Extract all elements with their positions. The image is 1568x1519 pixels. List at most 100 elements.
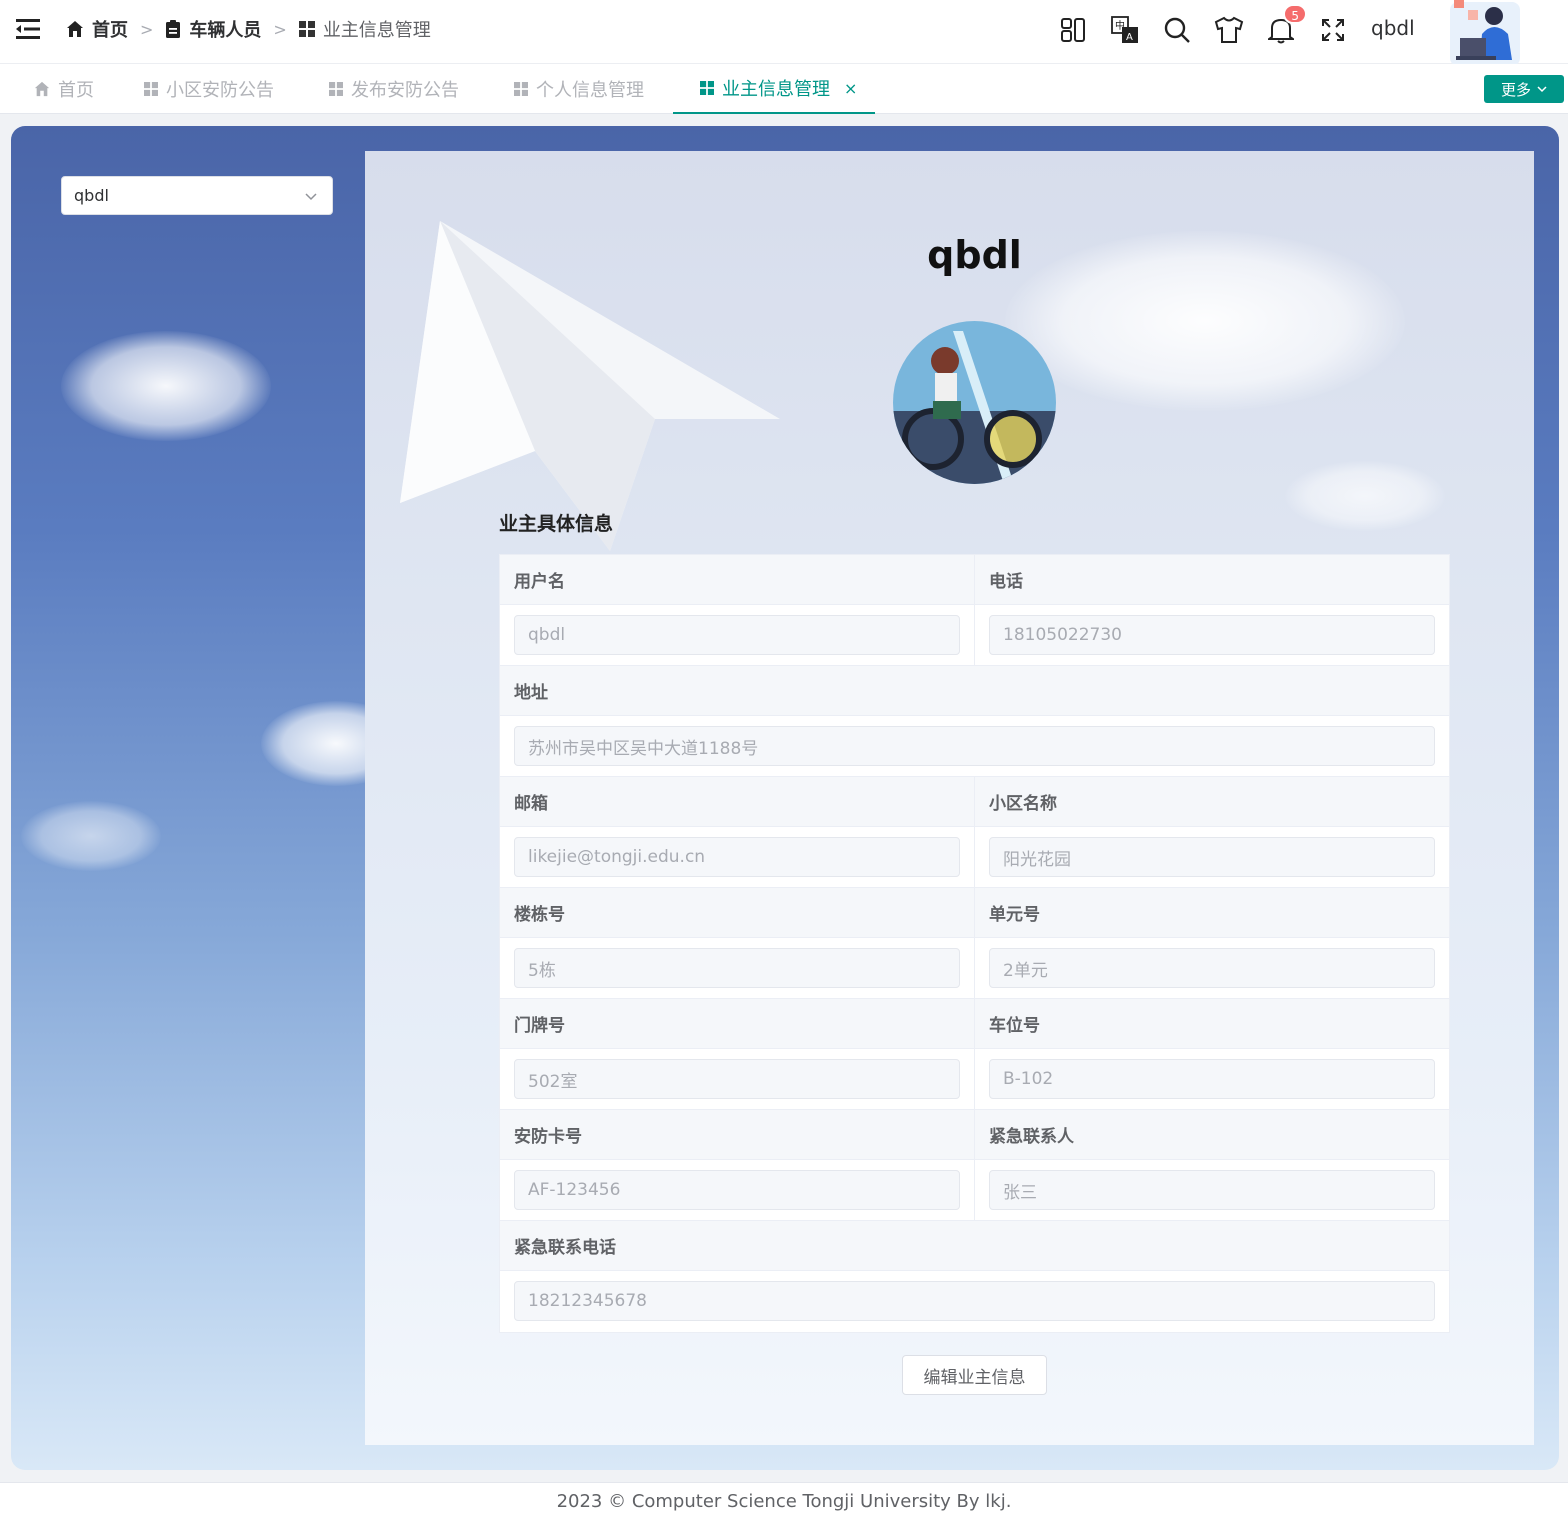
owner-name-title: qbdl xyxy=(927,233,1022,277)
card-input: AF-123456 xyxy=(514,1170,960,1210)
menu-fold-icon[interactable] xyxy=(16,18,40,40)
unit-input: 2单元 xyxy=(989,948,1435,988)
field-contact-phone: 紧急联系电话 18212345678 xyxy=(500,1221,1449,1332)
svg-text:A: A xyxy=(1126,32,1133,43)
username-input: qbdl xyxy=(514,615,960,655)
tab-label: 小区安防公告 xyxy=(166,80,274,101)
grid-icon xyxy=(144,82,158,96)
tab-label: 业主信息管理 xyxy=(722,79,830,100)
tab-home[interactable]: 首页 xyxy=(34,64,94,114)
contact-input: 张三 xyxy=(989,1170,1435,1210)
owner-panel: qbdl 业主具体信息 用户名 qbdl 电话 18105022730 地址 苏… xyxy=(365,151,1534,1445)
grid-icon xyxy=(514,82,528,96)
field-label: 小区名称 xyxy=(975,777,1449,827)
search-icon[interactable] xyxy=(1161,14,1193,46)
field-label: 紧急联系电话 xyxy=(500,1221,1449,1271)
table-row: 地址 苏州市吴中区吴中大道1188号 xyxy=(500,666,1449,777)
footer: 2023 © Computer Science Tongji Universit… xyxy=(0,1482,1568,1519)
field-address: 地址 苏州市吴中区吴中大道1188号 xyxy=(500,666,1449,777)
field-email: 邮箱 likejie@tongji.edu.cn xyxy=(500,777,975,888)
breadcrumb-label: 业主信息管理 xyxy=(322,20,431,41)
tab-publish-notice[interactable]: 发布安防公告 xyxy=(329,64,459,114)
grid-icon xyxy=(298,21,315,37)
tab-community-notice[interactable]: 小区安防公告 xyxy=(144,64,274,114)
chevron-down-icon xyxy=(1537,85,1547,92)
cloud-decoration xyxy=(61,331,271,441)
chevron-down-icon xyxy=(305,193,317,201)
translate-icon[interactable]: 中A xyxy=(1109,14,1141,46)
toolbar: 中A 5 xyxy=(1057,4,1369,46)
door-input: 502室 xyxy=(514,1059,960,1099)
field-label: 电话 xyxy=(975,555,1449,605)
table-row: 楼栋号 5栋 单元号 2单元 xyxy=(500,888,1449,999)
edit-owner-button[interactable]: 编辑业主信息 xyxy=(902,1355,1047,1395)
field-label: 用户名 xyxy=(500,555,974,605)
home-icon xyxy=(67,21,83,37)
field-door: 门牌号 502室 xyxy=(500,999,975,1110)
table-row: 安防卡号 AF-123456 紧急联系人 张三 xyxy=(500,1110,1449,1221)
top-bar: 首页 > 车辆人员 > 业主信息管理 中A 5 qbdl xyxy=(0,0,1568,66)
breadcrumb-current: 业主信息管理 xyxy=(298,16,431,42)
field-label: 楼栋号 xyxy=(500,888,974,938)
tab-owner-info[interactable]: 业主信息管理 × xyxy=(673,64,875,114)
home-icon xyxy=(34,81,50,97)
breadcrumb-home[interactable]: 首页 xyxy=(66,16,128,42)
layout-icon[interactable] xyxy=(1057,14,1089,46)
breadcrumb-separator: > xyxy=(140,19,154,39)
tab-label: 发布安防公告 xyxy=(351,80,459,101)
phone-input: 18105022730 xyxy=(989,615,1435,655)
owner-info-table: 用户名 qbdl 电话 18105022730 地址 苏州市吴中区吴中大道118… xyxy=(499,554,1450,1333)
header-username[interactable]: qbdl xyxy=(1371,16,1415,40)
table-row: 用户名 qbdl 电话 18105022730 xyxy=(500,555,1449,666)
field-label: 车位号 xyxy=(975,999,1449,1049)
theme-shirt-icon[interactable] xyxy=(1213,14,1245,46)
table-row: 紧急联系电话 18212345678 xyxy=(500,1221,1449,1332)
field-label: 紧急联系人 xyxy=(975,1110,1449,1160)
email-input: likejie@tongji.edu.cn xyxy=(514,837,960,877)
tab-label: 首页 xyxy=(58,80,94,101)
field-label: 门牌号 xyxy=(500,999,974,1049)
more-label: 更多 xyxy=(1500,80,1531,99)
field-community: 小区名称 阳光花园 xyxy=(975,777,1449,888)
cloud-decoration xyxy=(21,801,161,871)
cloud-decoration xyxy=(1285,461,1445,531)
content-area: qbdl qbdl 业主具体信息 用户名 qbdl 电话 18105022730… xyxy=(11,126,1559,1470)
address-input: 苏州市吴中区吴中大道1188号 xyxy=(514,726,1435,766)
more-button[interactable]: 更多 xyxy=(1484,75,1564,103)
fullscreen-icon[interactable] xyxy=(1317,14,1349,46)
select-value: qbdl xyxy=(74,186,109,205)
field-username: 用户名 qbdl xyxy=(500,555,975,666)
breadcrumb-label: 车辆人员 xyxy=(189,20,262,41)
tab-bar: 首页 小区安防公告 发布安防公告 个人信息管理 业主信息管理 × xyxy=(0,64,1568,114)
user-avatar[interactable] xyxy=(1442,0,1526,68)
field-label: 地址 xyxy=(500,666,1449,716)
table-row: 邮箱 likejie@tongji.edu.cn 小区名称 阳光花园 xyxy=(500,777,1449,888)
owner-avatar xyxy=(893,321,1056,484)
tab-label: 个人信息管理 xyxy=(536,80,644,101)
breadcrumb-label: 首页 xyxy=(92,20,128,41)
tab-close-icon[interactable]: × xyxy=(844,79,857,98)
table-row: 门牌号 502室 车位号 B-102 xyxy=(500,999,1449,1110)
notification-badge: 5 xyxy=(1283,4,1307,24)
owner-select[interactable]: qbdl xyxy=(61,176,333,215)
breadcrumb: 首页 > 车辆人员 > 业主信息管理 xyxy=(66,16,431,42)
grid-icon xyxy=(329,82,343,96)
section-title: 业主具体信息 xyxy=(499,513,614,535)
field-building: 楼栋号 5栋 xyxy=(500,888,975,999)
field-label: 安防卡号 xyxy=(500,1110,974,1160)
tab-personal-info[interactable]: 个人信息管理 xyxy=(514,64,644,114)
contact-phone-input: 18212345678 xyxy=(514,1281,1435,1321)
grid-icon xyxy=(700,81,714,95)
parking-input: B-102 xyxy=(989,1059,1435,1099)
notification-bell-icon[interactable]: 5 xyxy=(1265,4,1307,46)
field-label: 邮箱 xyxy=(500,777,974,827)
field-card: 安防卡号 AF-123456 xyxy=(500,1110,975,1221)
breadcrumb-separator: > xyxy=(273,19,287,39)
field-contact: 紧急联系人 张三 xyxy=(975,1110,1449,1221)
community-input: 阳光花园 xyxy=(989,837,1435,877)
clipboard-icon xyxy=(166,20,181,38)
breadcrumb-vehicles[interactable]: 车辆人员 xyxy=(165,16,261,42)
field-parking: 车位号 B-102 xyxy=(975,999,1449,1110)
building-input: 5栋 xyxy=(514,948,960,988)
field-phone: 电话 18105022730 xyxy=(975,555,1449,666)
